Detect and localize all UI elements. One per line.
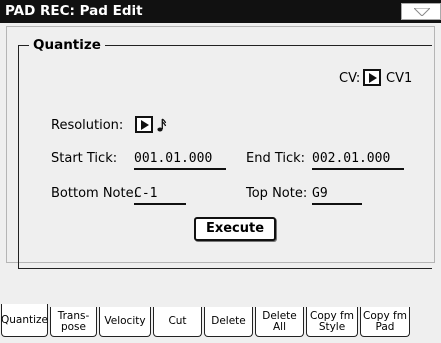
pad-edit-screen: PAD REC: Pad Edit Quantize CV: CV1 Resol… [0,0,441,343]
execute-button[interactable]: Execute [194,217,276,241]
page-menu-button[interactable] [401,3,441,20]
triangle-right-icon [141,120,149,130]
tab-label: Velocity [104,315,146,327]
tab-transpose[interactable]: Trans- pose [50,307,97,337]
tab-delete-all[interactable]: Delete All [255,307,304,337]
start-tick-field[interactable]: 001.01.000 [134,151,226,170]
sixteenth-note-icon [157,117,167,137]
tab-copy-from-style[interactable]: Copy fm Style [306,307,358,337]
cv-value: CV1 [386,71,413,86]
start-tick-label: Start Tick: [51,151,118,166]
triangle-down-icon [414,8,430,16]
tab-label-line2: Pad [375,320,395,333]
bottom-note-field[interactable]: C-1 [134,186,186,205]
tab-label: Copy fm [310,309,354,322]
tab-label: Copy fm [363,309,407,322]
resolution-popup-button[interactable] [135,116,153,133]
triangle-right-icon [369,73,377,83]
end-tick-label: End Tick: [246,151,306,166]
tab-quantize[interactable]: Quantize [1,304,48,337]
tab-label-line2: All [272,320,287,333]
tab-label: Delete [262,309,297,322]
cv-label: CV: [339,71,361,86]
tab-label-line2: pose [60,320,86,333]
end-tick-field[interactable]: 002.01.000 [312,151,404,170]
top-note-field[interactable]: G9 [312,186,362,205]
tab-label: Trans- [57,309,90,322]
top-note-label: Top Note: [246,186,308,201]
bottom-note-label: Bottom Note: [51,186,138,201]
title-bar: PAD REC: Pad Edit [0,0,441,23]
cv-popup-button[interactable] [363,69,381,86]
tab-copy-from-pad[interactable]: Copy fm Pad [360,307,410,337]
resolution-label: Resolution: [51,118,124,133]
tab-label: Cut [168,315,187,327]
window-title: PAD REC: Pad Edit [5,3,143,19]
tab-velocity[interactable]: Velocity [99,307,151,337]
tab-label: Quantize [1,313,49,326]
tab-label-line2: Style [318,320,346,333]
tab-label: Delete [211,315,246,327]
tab-bar: Quantize Trans- pose Velocity Cut Delete… [0,304,441,343]
edit-panel: Quantize CV: CV1 Resolution: Start Tick: [0,23,441,307]
group-title: Quantize [29,37,105,53]
tab-delete[interactable]: Delete [204,307,253,337]
tab-cut[interactable]: Cut [153,307,202,337]
